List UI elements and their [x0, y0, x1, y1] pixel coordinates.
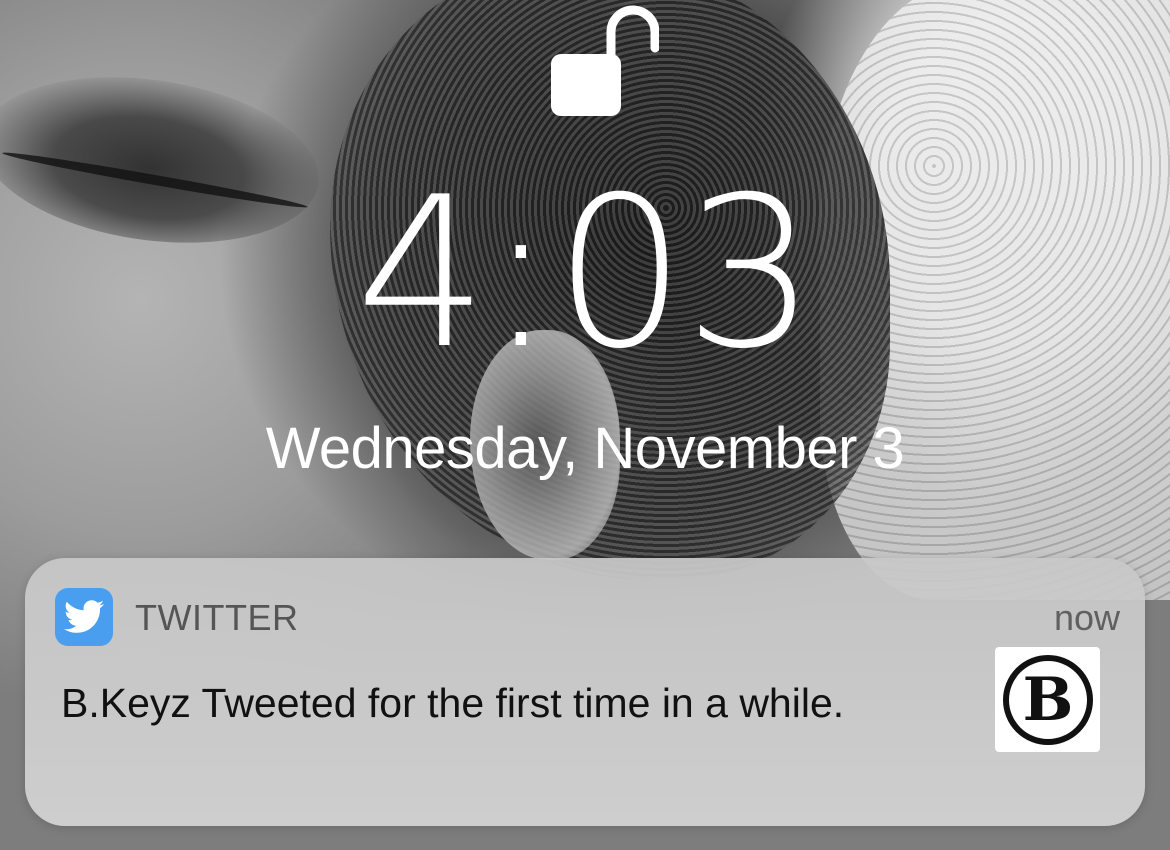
notification-message: B.Keyz Tweeted for the first time in a w… — [61, 680, 845, 726]
thumbnail-letter: B — [1022, 665, 1073, 735]
notification-timestamp: now — [1053, 597, 1120, 638]
notification-card[interactable]: TWITTER now B.Keyz Tweeted for the first… — [25, 558, 1145, 826]
clock-time: 4:03 — [355, 153, 816, 395]
twitter-bird-icon — [55, 588, 113, 646]
bkeyz-logo-icon: B — [1002, 654, 1093, 745]
clock-date: Wednesday, November 3 — [265, 416, 905, 481]
unlocked-padlock-icon — [551, 4, 659, 116]
notification-app-name: TWITTER — [135, 597, 299, 638]
notification-header: TWITTER now — [55, 588, 1120, 646]
lock-screen: 4:03 Wednesday, November 3 TWITTER now B… — [0, 0, 1170, 850]
notification-thumbnail: B — [995, 647, 1100, 752]
